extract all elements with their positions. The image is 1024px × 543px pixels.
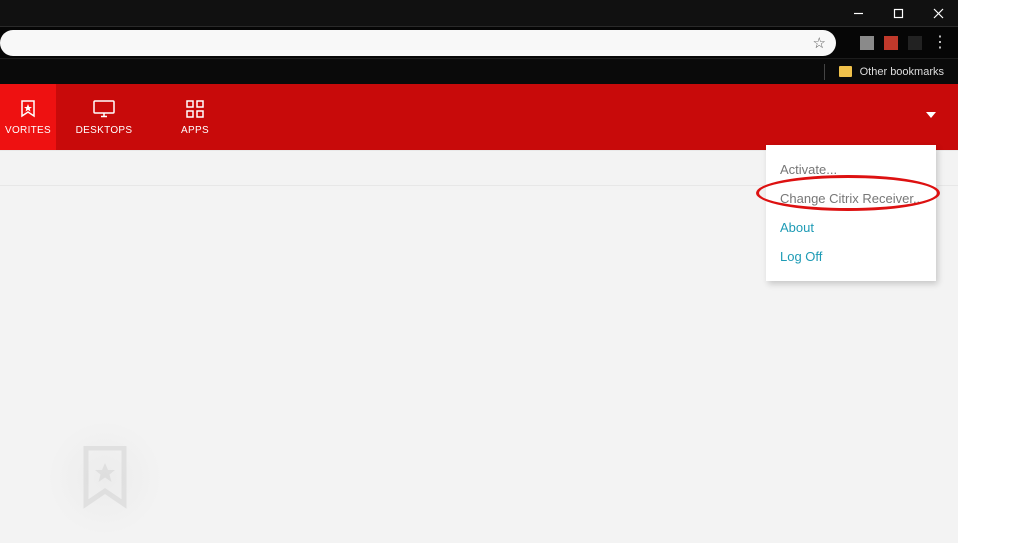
menu-change-receiver[interactable]: Change Citrix Receiver... (766, 184, 936, 213)
nav-apps[interactable]: APPS (152, 84, 238, 150)
bookmarks-separator (824, 64, 825, 80)
favorites-icon (18, 99, 38, 119)
bookmark-ghost-icon (78, 446, 132, 510)
user-dropdown-menu: Activate... Change Citrix Receiver... Ab… (766, 145, 936, 281)
menu-logoff[interactable]: Log Off (766, 242, 936, 271)
minimize-button[interactable] (838, 0, 878, 26)
browser-toolbar: ☆ ⋮ (0, 26, 958, 58)
bookmarks-bar: Other bookmarks (0, 58, 958, 84)
desktops-icon (92, 99, 116, 119)
address-bar[interactable]: ☆ (0, 30, 836, 56)
extension-icon-2[interactable] (884, 36, 898, 50)
right-gutter (958, 0, 1024, 543)
close-button[interactable] (918, 0, 958, 26)
nav-desktops-label: DESKTOPS (76, 125, 133, 136)
extension-icon-1[interactable] (860, 36, 874, 50)
nav-desktops[interactable]: DESKTOPS (56, 84, 152, 150)
minimize-icon (853, 8, 864, 19)
bookmark-star-icon[interactable]: ☆ (813, 34, 826, 52)
empty-favorites-placeholder (50, 423, 160, 533)
maximize-icon (893, 8, 904, 19)
window-titlebar (0, 0, 958, 26)
user-menu-toggle[interactable] (926, 112, 936, 118)
folder-icon (839, 66, 852, 77)
nav-favorites[interactable]: VORITES (0, 84, 56, 150)
citrix-nav: VORITES DESKTOPS APPS (0, 84, 958, 150)
nav-favorites-label: VORITES (5, 125, 51, 136)
menu-activate[interactable]: Activate... (766, 155, 936, 184)
profile-icon[interactable] (908, 36, 922, 50)
apps-icon (185, 99, 205, 119)
other-bookmarks-link[interactable]: Other bookmarks (860, 66, 944, 78)
menu-about[interactable]: About (766, 213, 936, 242)
chevron-down-icon (926, 112, 936, 118)
maximize-button[interactable] (878, 0, 918, 26)
toolbar-extensions: ⋮ (850, 27, 958, 59)
browser-menu-icon[interactable]: ⋮ (932, 35, 948, 51)
nav-apps-label: APPS (181, 125, 209, 136)
close-icon (933, 8, 944, 19)
